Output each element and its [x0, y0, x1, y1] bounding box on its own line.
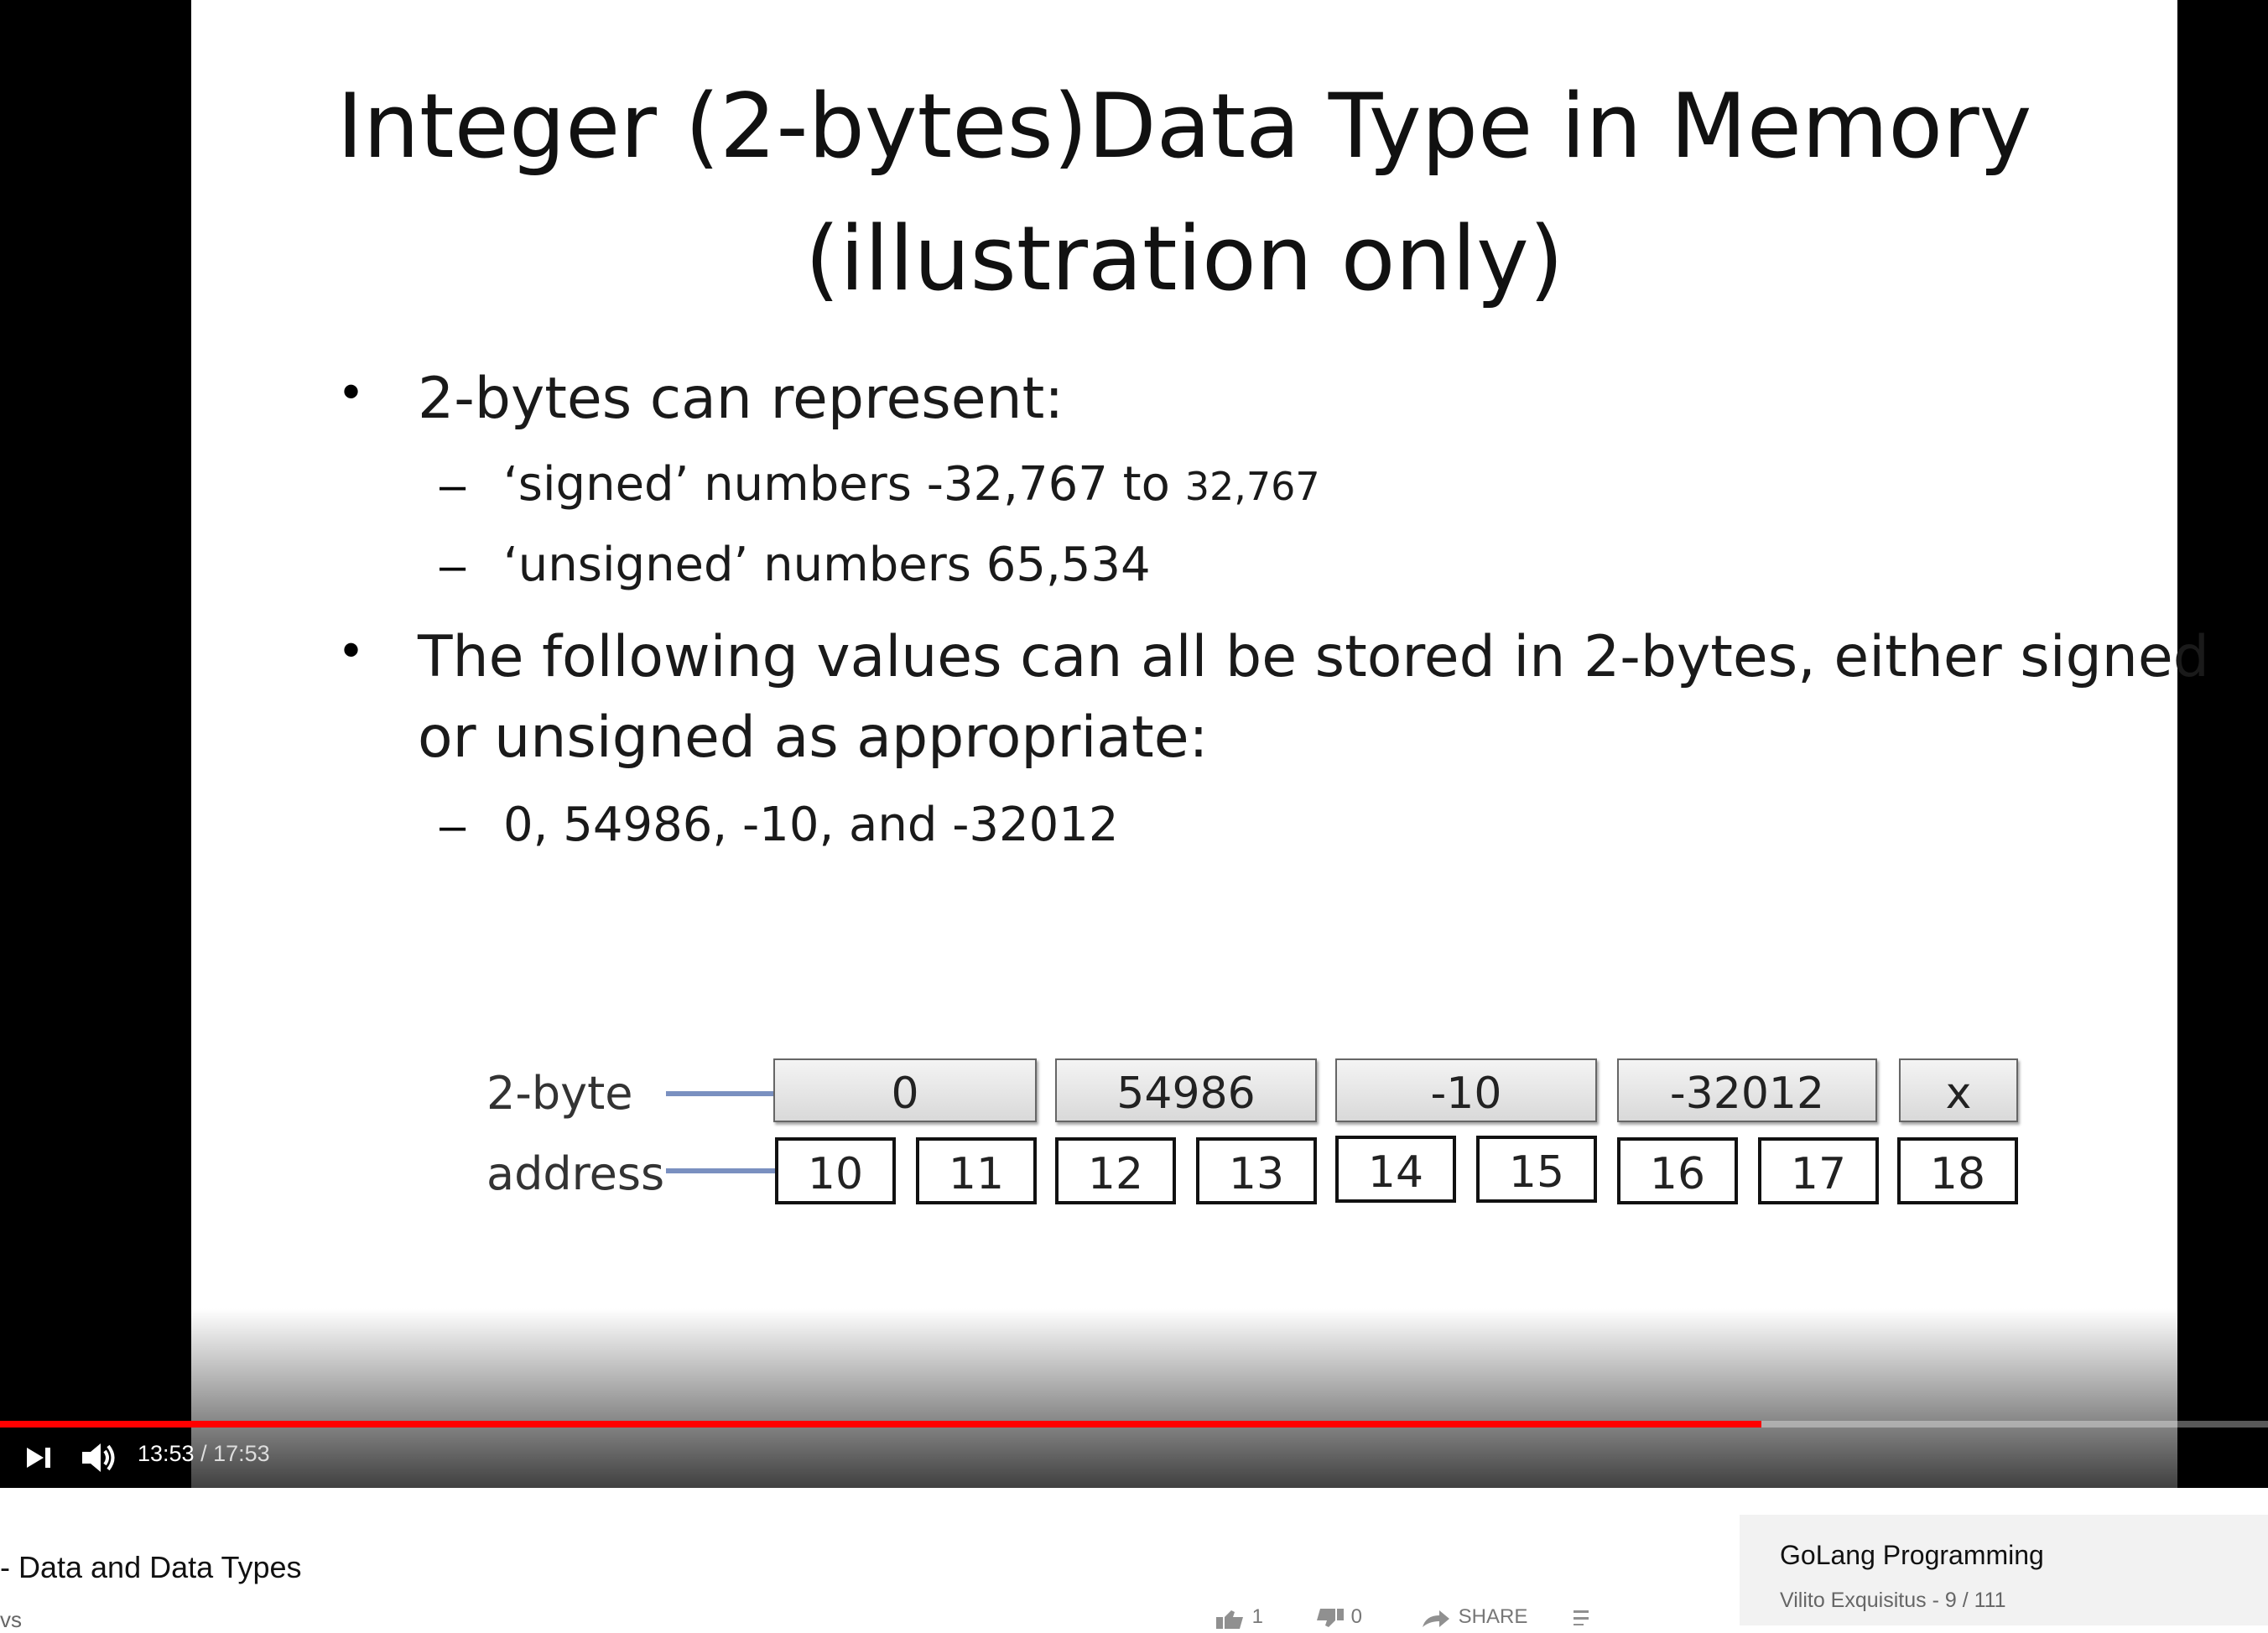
- address-label: address: [486, 1147, 665, 1200]
- memory-value-cell: -32012: [1617, 1058, 1877, 1122]
- view-count: vs: [0, 1607, 22, 1632]
- memory-address-cell: 17: [1758, 1137, 1879, 1204]
- current-time: 13:53: [138, 1441, 195, 1466]
- time-display: 13:53 / 17:53: [138, 1441, 270, 1467]
- bullet-2-line-1: The following values can all be stored i…: [418, 624, 2209, 690]
- bullet-dot: •: [342, 621, 361, 678]
- memory-address-cell: 18: [1897, 1137, 2018, 1204]
- thumbs-down-icon: [1317, 1609, 1344, 1627]
- memory-address-cell: 16: [1617, 1137, 1738, 1204]
- bullet-2-line-2: or unsigned as appropriate:: [418, 705, 1209, 771]
- progress-bar[interactable]: [0, 1421, 2268, 1428]
- slide-title-line-1: Integer (2-bytes)Data Type in Memory: [336, 75, 2032, 178]
- memory-value-cell: x: [1899, 1058, 2018, 1122]
- memory-address-cell: 10: [775, 1137, 896, 1204]
- memory-address-cell: 14: [1335, 1136, 1456, 1203]
- thumbs-up-icon: [1216, 1610, 1243, 1629]
- memory-address-cell: 11: [916, 1137, 1037, 1204]
- time-separator: /: [194, 1441, 214, 1466]
- volume-icon-speaker: [82, 1443, 101, 1472]
- video-player[interactable]: Integer (2-bytes)Data Type in Memory (il…: [0, 0, 2268, 1488]
- memory-address-cell: 13: [1196, 1137, 1317, 1204]
- volume-icon-wave: [103, 1449, 109, 1466]
- duration: 17:53: [213, 1441, 270, 1466]
- next-icon-bar: [45, 1448, 50, 1468]
- slide-title-line-2: (illustration only): [804, 207, 1564, 310]
- memory-address-cell: 12: [1055, 1137, 1176, 1204]
- dash: –: [440, 458, 466, 511]
- next-icon[interactable]: [25, 1444, 54, 1471]
- bullet-1: 2-bytes can represent:: [418, 366, 1064, 432]
- next-icon-triangle: [27, 1448, 44, 1468]
- controls-gradient: [0, 1308, 2268, 1488]
- memory-value-cell: 54986: [1055, 1058, 1317, 1122]
- playlist-subtitle: Vilito Exquisitus - 9 / 111: [1780, 1589, 2006, 1612]
- like-count: 1: [1251, 1605, 1264, 1628]
- memory-value-cell: -10: [1335, 1058, 1597, 1122]
- two-byte-label: 2-byte: [486, 1067, 633, 1120]
- progress-played: [0, 1421, 1762, 1428]
- add-to-playlist-icon[interactable]: [1572, 1605, 1597, 1625]
- playlist-title[interactable]: GoLang Programming: [1780, 1540, 2044, 1571]
- dash: –: [440, 538, 466, 591]
- video-title: - Data and Data Types: [0, 1550, 302, 1584]
- slide: Integer (2-bytes)Data Type in Memory (il…: [191, 0, 2209, 1488]
- memory-address-cell: 15: [1476, 1136, 1597, 1203]
- sub-bullet-unsigned: ‘unsigned’ numbers 65,534: [503, 538, 1151, 592]
- volume-icon[interactable]: [81, 1441, 117, 1474]
- slide-title: Integer (2-bytes)Data Type in Memory (il…: [191, 60, 2177, 325]
- share-icon: [1423, 1610, 1449, 1627]
- memory-value-cell: 0: [773, 1058, 1037, 1122]
- playlist-panel[interactable]: GoLang Programming Vilito Exquisitus - 9…: [1740, 1515, 2268, 1625]
- bullet-dot: •: [342, 363, 361, 419]
- sub-bullet-signed: ‘signed’ numbers -32,767 to 32,767: [503, 457, 1320, 512]
- sub-bullet-signed-text: ‘signed’ numbers -32,767 to: [503, 457, 1185, 512]
- sub-bullet-values: 0, 54986, -10, and -32012: [503, 798, 1119, 852]
- dash: –: [440, 798, 466, 851]
- sub-bullet-signed-small: 32,767: [1184, 464, 1320, 509]
- share-label: SHARE: [1458, 1605, 1528, 1628]
- dislike-count: 0: [1350, 1605, 1363, 1628]
